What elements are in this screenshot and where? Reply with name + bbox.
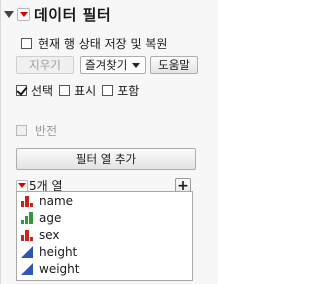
favorites-label: 즐겨찾기 (85, 58, 128, 72)
mode-show-checkbox[interactable] (59, 85, 71, 96)
column-item-age[interactable]: age (17, 209, 192, 226)
clear-button[interactable]: 지우기 (16, 56, 74, 74)
save-restore-option[interactable]: 현재 행 상태 저장 및 복원 (21, 35, 167, 52)
column-list[interactable]: name age sex height weight (16, 191, 193, 281)
title-bar: 데이터 필터 (3, 4, 111, 24)
columns-red-triangle-icon[interactable] (16, 179, 28, 192)
invert-label: 반전 (35, 124, 58, 138)
column-item-weight[interactable]: weight (17, 260, 192, 277)
column-label: sex (39, 227, 60, 242)
save-restore-checkbox[interactable] (21, 38, 32, 49)
nominal-icon (21, 229, 33, 241)
add-filter-columns-label: 필터 열 추가 (75, 152, 137, 166)
nominal-icon (21, 195, 33, 207)
mode-select-option[interactable]: 선택 (16, 82, 53, 99)
mode-include-label: 포함 (117, 84, 140, 98)
mode-show-option[interactable]: 표시 (59, 82, 96, 99)
mode-select-checkbox[interactable] (16, 85, 27, 96)
clear-button-label: 지우기 (29, 58, 61, 72)
add-filter-columns-button[interactable]: 필터 열 추가 (16, 148, 196, 170)
help-button-label: 도움말 (158, 58, 190, 72)
column-label: age (39, 210, 62, 225)
mode-show-label: 표시 (74, 84, 97, 98)
continuous-icon (21, 245, 33, 258)
column-item-name[interactable]: name (17, 192, 192, 209)
mode-select-label: 선택 (31, 84, 54, 98)
column-label: name (39, 193, 74, 208)
invert-checkbox[interactable] (16, 125, 27, 136)
chevron-down-icon (132, 62, 141, 68)
disclosure-triangle-icon[interactable] (4, 10, 14, 18)
save-restore-label: 현재 행 상태 저장 및 복원 (38, 37, 168, 51)
column-label: height (39, 244, 78, 259)
ordinal-icon (21, 211, 33, 224)
column-item-height[interactable]: height (17, 243, 192, 260)
continuous-icon (21, 262, 33, 275)
mode-include-option[interactable]: 포함 (102, 82, 139, 99)
column-label: weight (39, 261, 80, 276)
red-triangle-menu-icon[interactable] (17, 7, 30, 21)
column-item-sex[interactable]: sex (17, 226, 192, 243)
favorites-select[interactable]: 즐겨찾기 (80, 56, 146, 74)
mode-include-checkbox[interactable] (102, 85, 114, 96)
invert-option[interactable]: 반전 (16, 122, 57, 139)
panel-title: 데이터 필터 (34, 5, 112, 24)
data-filter-panel: 데이터 필터 현재 행 상태 저장 및 복원 지우기 즐겨찾기 도움말 선택 표… (0, 0, 218, 284)
mode-options: 선택 표시 포함 (16, 82, 139, 99)
help-button[interactable]: 도움말 (150, 56, 198, 74)
